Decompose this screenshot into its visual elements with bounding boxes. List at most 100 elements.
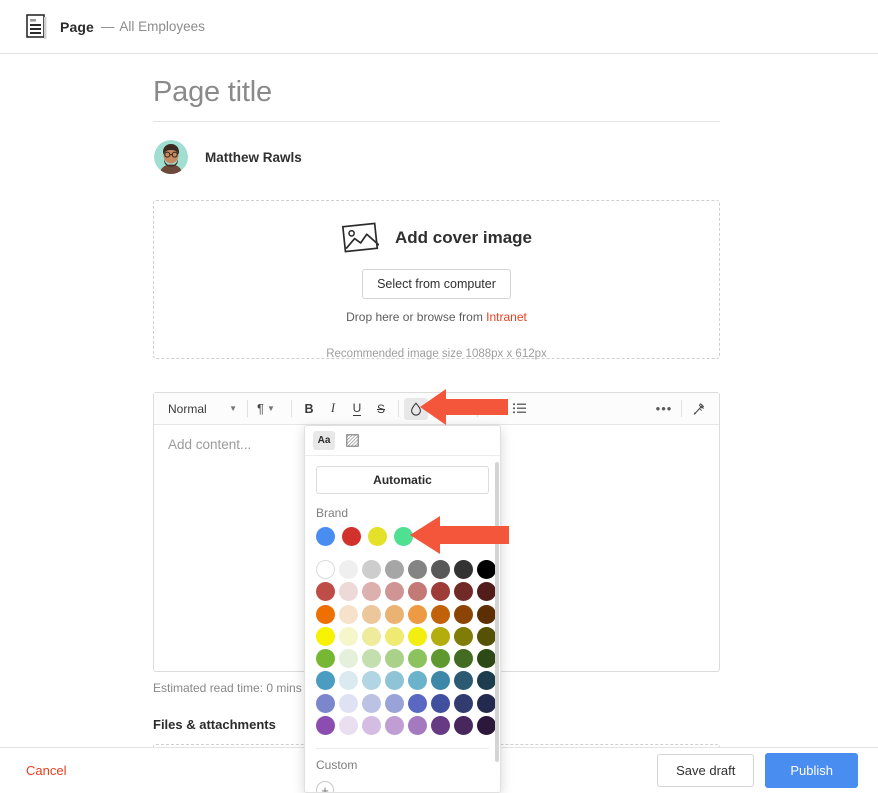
- palette-color-swatch[interactable]: [408, 671, 427, 690]
- popover-scrollbar[interactable]: [495, 462, 499, 762]
- palette-color-swatch[interactable]: [431, 582, 450, 601]
- brand-color-swatch[interactable]: [342, 527, 361, 546]
- strikethrough-button[interactable]: S: [369, 398, 393, 420]
- palette-color-swatch[interactable]: [362, 716, 381, 735]
- palette-color-swatch[interactable]: [408, 627, 427, 646]
- add-custom-color-button[interactable]: +: [316, 781, 334, 793]
- palette-color-swatch[interactable]: [477, 671, 496, 690]
- palette-color-swatch[interactable]: [408, 649, 427, 668]
- palette-color-swatch[interactable]: [477, 627, 496, 646]
- palette-color-swatch[interactable]: [339, 694, 358, 713]
- palette-color-swatch[interactable]: [362, 649, 381, 668]
- underline-button[interactable]: U: [345, 398, 369, 420]
- palette-color-swatch[interactable]: [408, 716, 427, 735]
- text-color-tab[interactable]: Aa: [313, 431, 335, 450]
- page-title-input[interactable]: Page title: [153, 54, 720, 122]
- palette-color-swatch[interactable]: [385, 716, 404, 735]
- cancel-button[interactable]: Cancel: [26, 763, 66, 778]
- palette-color-swatch[interactable]: [477, 605, 496, 624]
- palette-color-swatch[interactable]: [362, 671, 381, 690]
- palette-color-swatch[interactable]: [385, 694, 404, 713]
- bulleted-list-button[interactable]: [507, 398, 531, 420]
- palette-color-swatch[interactable]: [362, 605, 381, 624]
- palette-color-swatch[interactable]: [454, 560, 473, 579]
- palette-color-swatch[interactable]: [339, 582, 358, 601]
- palette-color-swatch[interactable]: [339, 627, 358, 646]
- palette-color-swatch[interactable]: [454, 582, 473, 601]
- color-popover-tabs: Aa: [305, 426, 500, 456]
- palette-color-swatch[interactable]: [362, 694, 381, 713]
- more-options-button[interactable]: •••: [652, 398, 676, 420]
- palette-color-swatch[interactable]: [408, 605, 427, 624]
- text-color-popover: Aa Automatic Brand Custom +: [304, 425, 501, 793]
- brand-color-swatch[interactable]: [394, 527, 413, 546]
- palette-color-swatch[interactable]: [385, 649, 404, 668]
- palette-color-swatch[interactable]: [385, 560, 404, 579]
- brand-color-swatch[interactable]: [316, 527, 335, 546]
- palette-color-swatch[interactable]: [316, 671, 335, 690]
- palette-color-swatch[interactable]: [431, 627, 450, 646]
- palette-color-swatch[interactable]: [316, 582, 335, 601]
- palette-color-swatch[interactable]: [431, 716, 450, 735]
- palette-color-swatch[interactable]: [454, 605, 473, 624]
- palette-color-swatch[interactable]: [339, 716, 358, 735]
- palette-color-swatch[interactable]: [477, 716, 496, 735]
- palette-color-swatch[interactable]: [316, 716, 335, 735]
- palette-color-swatch[interactable]: [385, 605, 404, 624]
- palette-color-swatch[interactable]: [339, 560, 358, 579]
- bold-button[interactable]: B: [297, 398, 321, 420]
- palette-color-swatch[interactable]: [454, 671, 473, 690]
- intranet-link[interactable]: Intranet: [486, 310, 527, 324]
- palette-color-swatch[interactable]: [454, 694, 473, 713]
- palette-color-swatch[interactable]: [316, 649, 335, 668]
- clear-formatting-icon: [692, 402, 706, 416]
- cover-image-dropzone[interactable]: Add cover image Select from computer Dro…: [153, 200, 720, 359]
- palette-color-swatch[interactable]: [385, 582, 404, 601]
- palette-color-swatch[interactable]: [454, 716, 473, 735]
- palette-color-swatch[interactable]: [316, 605, 335, 624]
- palette-color-swatch[interactable]: [431, 605, 450, 624]
- palette-color-swatch[interactable]: [385, 671, 404, 690]
- text-color-button[interactable]: [404, 398, 428, 420]
- paragraph-style-dropdown[interactable]: Normal ▼: [160, 399, 242, 419]
- palette-color-swatch[interactable]: [362, 627, 381, 646]
- palette-color-swatch[interactable]: [477, 560, 496, 579]
- paragraph-format-button[interactable]: ¶▼: [253, 398, 286, 420]
- palette-color-swatch[interactable]: [316, 560, 335, 579]
- palette-color-swatch[interactable]: [362, 582, 381, 601]
- clear-formatting-button[interactable]: [687, 398, 711, 420]
- palette-color-swatch[interactable]: [385, 627, 404, 646]
- palette-color-swatch[interactable]: [431, 671, 450, 690]
- palette-color-swatch[interactable]: [339, 649, 358, 668]
- palette-color-swatch[interactable]: [316, 627, 335, 646]
- palette-color-swatch[interactable]: [316, 694, 335, 713]
- palette-color-swatch[interactable]: [408, 694, 427, 713]
- palette-color-swatch[interactable]: [408, 582, 427, 601]
- svg-text:3: 3: [489, 411, 491, 414]
- select-from-computer-button[interactable]: Select from computer: [362, 269, 511, 299]
- highlight-color-tab[interactable]: [341, 431, 363, 450]
- palette-color-swatch[interactable]: [431, 694, 450, 713]
- palette-color-swatch[interactable]: [477, 694, 496, 713]
- automatic-color-button[interactable]: Automatic: [316, 466, 489, 494]
- top-bar: Page — All Employees: [0, 0, 878, 54]
- palette-color-swatch[interactable]: [339, 605, 358, 624]
- palette-color-swatch[interactable]: [454, 627, 473, 646]
- palette-color-swatch[interactable]: [408, 560, 427, 579]
- palette-color-swatch[interactable]: [431, 560, 450, 579]
- document-icon: [26, 14, 48, 40]
- align-button[interactable]: ▼: [439, 398, 472, 420]
- brand-color-swatch[interactable]: [368, 527, 387, 546]
- ordered-list-button[interactable]: 1 2 3: [483, 398, 507, 420]
- publish-button[interactable]: Publish: [765, 753, 858, 788]
- cover-heading-row: Add cover image: [341, 221, 532, 254]
- palette-color-swatch[interactable]: [454, 649, 473, 668]
- palette-color-swatch[interactable]: [477, 582, 496, 601]
- italic-button[interactable]: I: [321, 398, 345, 420]
- palette-color-swatch[interactable]: [339, 671, 358, 690]
- palette-color-swatch[interactable]: [362, 560, 381, 579]
- save-draft-button[interactable]: Save draft: [657, 754, 754, 787]
- brand-section-label: Brand: [316, 506, 489, 520]
- palette-color-swatch[interactable]: [477, 649, 496, 668]
- palette-color-swatch[interactable]: [431, 649, 450, 668]
